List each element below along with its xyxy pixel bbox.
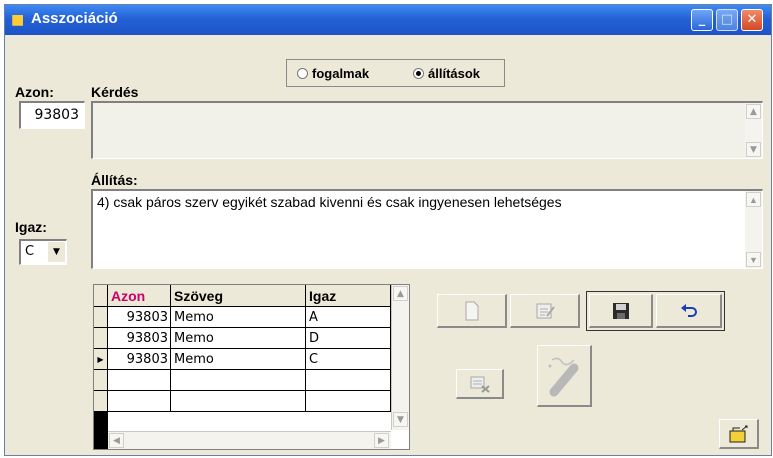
grid-cell-igaz[interactable]: D [306, 328, 391, 349]
grid-cell-szoveg[interactable]: Memo [171, 328, 306, 349]
grid-cell-igaz[interactable]: C [306, 349, 391, 370]
delete-button[interactable] [456, 369, 504, 399]
minimize-icon: _ [698, 12, 706, 27]
scroll-up-icon[interactable]: ▲ [746, 104, 761, 119]
radio-dot-selected-icon [413, 68, 424, 80]
close-icon: ✕ [746, 12, 758, 27]
allitas-text: 4) csak páros szerv egyikét szabad kiven… [97, 194, 562, 210]
maximize-button: □ [716, 9, 738, 31]
scroll-down-icon[interactable]: ▼ [746, 252, 761, 267]
edit-icon [536, 303, 555, 318]
row-indicator[interactable] [94, 328, 108, 349]
exit-button[interactable] [719, 419, 759, 449]
radio-fogalmak-label: fogalmak [312, 66, 370, 81]
igaz-value: C [25, 244, 35, 259]
grid-cell-azon[interactable]: 93803 [108, 328, 171, 349]
grid-cell-szoveg[interactable]: Memo [171, 307, 306, 328]
allitas-scrollbar[interactable]: ▲ ▼ [745, 191, 762, 268]
col-header-igaz[interactable]: Igaz [306, 285, 391, 307]
radio-fogalmak[interactable]: fogalmak [297, 66, 369, 81]
col-header-szoveg[interactable]: Szöveg [171, 285, 306, 307]
azon-label: Azon: [15, 84, 54, 100]
exit-icon [729, 425, 747, 442]
maximize-icon: □ [720, 12, 734, 27]
kerdes-scrollbar[interactable]: ▲ ▼ [745, 103, 762, 158]
wizard-button[interactable] [537, 345, 592, 407]
chevron-down-icon[interactable]: ▼ [47, 242, 65, 262]
grid-cell-azon[interactable]: 93803 [108, 349, 171, 370]
allitas-field[interactable]: 4) csak páros szerv egyikét szabad kiven… [91, 189, 763, 269]
new-record-button[interactable] [437, 294, 507, 328]
grid-cell-szoveg[interactable]: Memo [171, 349, 306, 370]
radio-allitasok-label: állítások [428, 66, 481, 81]
mode-radio-group: fogalmak állítások [286, 59, 505, 87]
grid-cell-igaz[interactable]: A [306, 307, 391, 328]
app-icon: ■ [11, 12, 25, 28]
grid-cell-empty[interactable] [108, 370, 171, 391]
grid-cell-empty[interactable] [171, 370, 306, 391]
scroll-up-icon[interactable]: ▲ [393, 286, 408, 301]
grid-hscrollbar[interactable]: ◀ ▶ [108, 431, 391, 449]
grid-vscrollbar[interactable]: ▲ ▼ [391, 285, 409, 430]
grid-corner [94, 285, 108, 307]
new-record-icon [465, 301, 478, 320]
scroll-left-icon[interactable]: ◀ [109, 433, 124, 448]
close-button[interactable]: ✕ [741, 9, 763, 31]
igaz-select[interactable]: C ▼ [19, 239, 67, 265]
window-title: Asszociáció [31, 10, 118, 27]
grid-cell-empty[interactable] [171, 391, 306, 412]
data-grid[interactable]: Azon Szöveg Igaz 93803 Memo A 93803 Memo… [93, 284, 410, 450]
magic-wand-icon [548, 357, 579, 396]
allitas-label: Állítás: [91, 172, 138, 188]
grid-cell-empty[interactable] [306, 370, 391, 391]
undo-button[interactable] [656, 294, 722, 328]
save-icon [612, 302, 629, 319]
scroll-right-icon[interactable]: ▶ [374, 433, 389, 448]
edit-button[interactable] [510, 294, 580, 328]
scroll-down-icon[interactable]: ▼ [393, 412, 408, 427]
grid-cell-azon[interactable]: 93803 [108, 307, 171, 328]
minimize-button[interactable]: _ [691, 9, 713, 31]
row-indicator[interactable] [94, 391, 108, 412]
save-button[interactable] [589, 294, 653, 328]
title-bar[interactable]: ■ Asszociáció _ □ ✕ [5, 5, 771, 35]
kerdes-field[interactable]: ▲ ▼ [91, 101, 763, 159]
row-indicator[interactable] [94, 307, 108, 328]
radio-allitasok[interactable]: állítások [413, 66, 480, 81]
scroll-up-icon[interactable]: ▲ [746, 192, 761, 207]
undo-icon [680, 303, 697, 317]
kerdes-label: Kérdés [91, 84, 139, 100]
azon-field[interactable]: 93803 [19, 101, 85, 129]
grid-cell-empty[interactable] [108, 391, 171, 412]
radio-dot-icon [297, 68, 308, 80]
current-row-indicator-icon[interactable]: ▶ [94, 349, 108, 370]
delete-icon [470, 376, 490, 393]
grid-cell-empty[interactable] [306, 391, 391, 412]
scroll-down-icon[interactable]: ▼ [746, 142, 761, 157]
row-indicator[interactable] [94, 370, 108, 391]
igaz-label: Igaz: [15, 219, 47, 235]
window: ■ Asszociáció _ □ ✕ fogalmak állítások A… [4, 4, 772, 456]
grid-row-marker [94, 412, 108, 449]
col-header-azon[interactable]: Azon [108, 285, 171, 307]
